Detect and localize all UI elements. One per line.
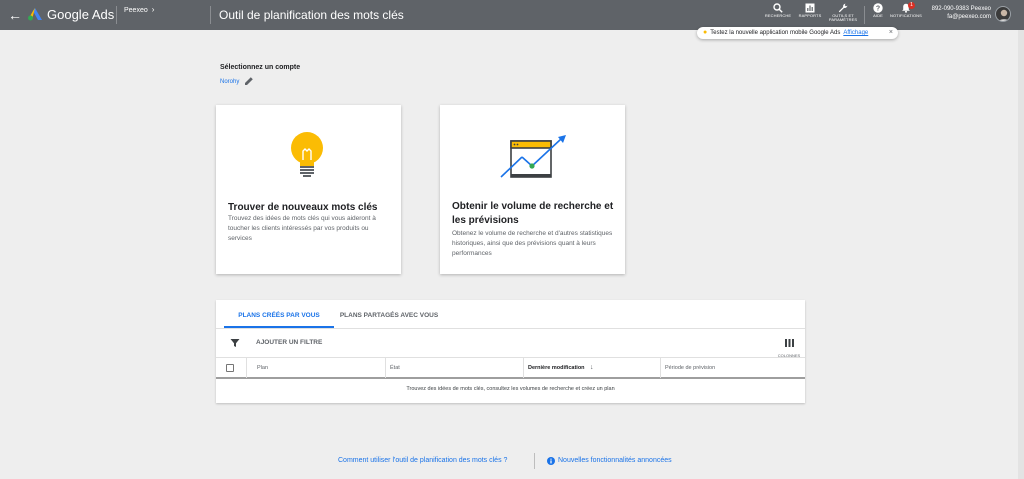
scrollbar[interactable] <box>1018 30 1024 479</box>
svg-text:?: ? <box>876 6 880 13</box>
account-breadcrumb-label: Peexeo <box>124 7 148 14</box>
info-icon <box>547 457 555 465</box>
user-avatar-icon <box>998 9 1010 21</box>
column-forecast-period[interactable]: Période de prévision <box>665 358 715 378</box>
divider <box>216 328 805 329</box>
column-divider <box>246 358 247 378</box>
nav-reports-button[interactable]: RAPPORTS <box>793 3 827 27</box>
help-link[interactable]: Comment utiliser l'outil de planificatio… <box>338 457 507 464</box>
card-description: Obtenez le volume de recherche et d'autr… <box>452 230 613 257</box>
arrow-down-icon[interactable]: ↓ <box>590 358 594 378</box>
search-volume-card[interactable]: Obtenir le volume de recherche et les pr… <box>440 105 625 274</box>
card-title-line-2: les prévisions <box>452 215 519 226</box>
nav-notifications-label: NOTIFICATIONS <box>890 13 922 18</box>
column-state[interactable]: État <box>390 358 400 378</box>
avatar[interactable] <box>995 6 1011 22</box>
mobile-app-promo: ● Testez la nouvelle application mobile G… <box>697 27 898 39</box>
account-breadcrumb[interactable]: Peexeo › <box>124 5 154 14</box>
card-title-line-1: Obtenir le volume de recherche et <box>452 201 614 212</box>
columns-icon <box>784 339 794 347</box>
column-divider <box>385 358 386 378</box>
nav-search-button[interactable]: RECHERCHE <box>761 3 795 27</box>
tab-plans-shared[interactable]: PLANS PARTAGÉS AVEC VOUS <box>334 300 444 328</box>
column-last-modified[interactable]: Dernière modification <box>528 358 585 378</box>
select-all-checkbox[interactable] <box>226 364 234 372</box>
user-info[interactable]: 892-090-9383 Peexeo fa@peexeo.com <box>925 5 991 21</box>
column-divider <box>523 358 524 378</box>
pencil-icon[interactable] <box>244 76 254 86</box>
account-select-title: Sélectionnez un compte <box>220 64 301 71</box>
promo-text: Testez la nouvelle application mobile Go… <box>710 30 841 36</box>
table-header: Plan État Dernière modification ↓ Périod… <box>216 357 805 379</box>
plans-panel: PLANS CRÉÉS PAR VOUS PLANS PARTAGÉS AVEC… <box>216 300 805 403</box>
top-bar: ← Google Ads Peexeo › Outil de planificat… <box>0 0 1024 30</box>
customer-id: 892-090-9383 Peexeo <box>931 6 991 12</box>
user-email: fa@peexeo.com <box>947 14 991 20</box>
chart-trend-icon <box>500 135 566 178</box>
close-icon[interactable]: × <box>889 27 893 39</box>
back-arrow-icon[interactable]: ← <box>8 6 22 24</box>
reports-icon <box>805 3 815 13</box>
nav-reports-label: RAPPORTS <box>798 13 822 18</box>
empty-state-message: Trouvez des idées de mots clés, consulte… <box>406 386 615 392</box>
nav-tools-label: OUTILS ET PARAMÈTRES <box>828 13 858 22</box>
google-ads-logo-icon[interactable] <box>27 7 43 21</box>
column-divider <box>660 358 661 378</box>
chevron-right-icon: › <box>151 5 155 14</box>
app-name[interactable]: Google Ads <box>47 7 114 22</box>
header-divider <box>116 6 117 24</box>
tab-plans-created[interactable]: PLANS CRÉÉS PAR VOUS <box>224 300 334 328</box>
page-title: Outil de planification des mots clés <box>219 8 404 22</box>
lightbulb-icon <box>291 132 323 177</box>
help-icon: ? <box>873 3 883 13</box>
card-title: Trouver de nouveaux mots clés <box>228 202 378 213</box>
nav-tools-button[interactable]: OUTILS ET PARAMÈTRES <box>826 3 860 27</box>
add-filter-button[interactable]: AJOUTER UN FILTRE <box>256 339 322 346</box>
notification-count-badge: 1 <box>908 2 915 9</box>
header-divider <box>210 6 211 24</box>
lightbulb-icon: ● <box>703 29 708 36</box>
columns-button[interactable]: COLONNES <box>776 334 802 358</box>
column-plan[interactable]: Plan <box>257 358 268 378</box>
promo-link[interactable]: Affichage <box>843 30 868 36</box>
nav-search-label: RECHERCHE <box>764 13 792 18</box>
wrench-icon <box>838 3 848 13</box>
find-keywords-card[interactable]: Trouver de nouveaux mots clés Trouvez de… <box>216 105 401 274</box>
search-icon <box>773 3 783 13</box>
filter-icon[interactable] <box>230 338 240 348</box>
nav-notifications-button[interactable]: 1 NOTIFICATIONS <box>889 2 923 27</box>
card-description: Trouvez des idées de mots clés qui vous … <box>228 215 376 242</box>
selected-account[interactable]: Norohy <box>220 79 239 85</box>
footer-divider <box>534 453 535 469</box>
new-features-link[interactable]: Nouvelles fonctionnalités annoncées <box>558 457 672 464</box>
